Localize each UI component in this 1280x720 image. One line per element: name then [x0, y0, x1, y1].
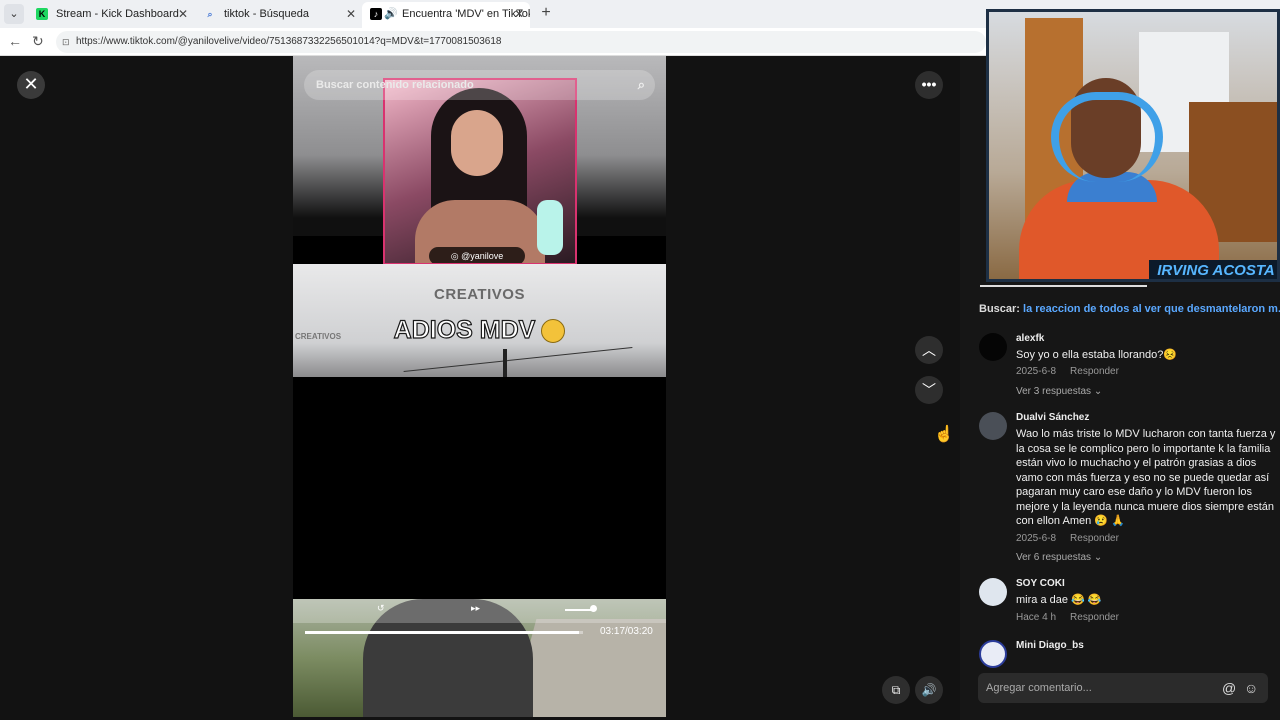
search-query-link[interactable]: la reaccion de todos al ver que desmante… [1023, 303, 1280, 315]
headline-band: CREATIVOS ADIOS MDV CREATIVOS [293, 264, 666, 377]
comment-placeholder: Agregar comentario... [986, 682, 1092, 694]
tab-kick-dashboard[interactable]: K Stream - Kick Dashboard ✕ [28, 2, 194, 28]
comment-text: Wao lo más triste lo MDV lucharon con ta… [1016, 428, 1276, 527]
avatar[interactable] [979, 412, 1007, 440]
comment-date: Hace 4 h [1016, 612, 1057, 623]
url-text: https://www.tiktok.com/@yanilovelive/vid… [76, 36, 502, 47]
tab-title: tiktok - Búsqueda [224, 8, 309, 20]
related-search-input[interactable]: Buscar contenido relacionado ⌕ [304, 70, 655, 100]
streamer-name: IRVING ACOSTA [1149, 260, 1277, 279]
next-video-button[interactable]: ﹀ [915, 376, 943, 404]
comment-date: 2025-6-8 [1016, 366, 1057, 377]
previous-video-button[interactable]: ︿ [915, 336, 943, 364]
search-placeholder: Buscar contenido relacionado [316, 79, 474, 91]
video-time: 03:17/03:20 [600, 626, 653, 637]
comment-username[interactable]: Dualvi Sánchez [1016, 412, 1089, 423]
avatar[interactable] [979, 333, 1007, 361]
comment-item: Mini Diago_bs [960, 640, 1280, 668]
close-tab-icon[interactable]: ✕ [346, 2, 356, 26]
kick-icon: K [36, 8, 48, 20]
comment-text: Soy yo o ella estaba llorando?😣 [1016, 349, 1178, 361]
inner-player-controls: ↺ ▸▸ [293, 599, 666, 623]
video-headline: ADIOS MDV [293, 315, 666, 345]
comment-item: Dualvi Sánchez Wao lo más triste lo MDV … [960, 412, 1280, 572]
search-icon: ⌕ [207, 9, 213, 19]
back-arrow-icon[interactable]: ← [8, 33, 22, 49]
comment-username[interactable]: SOY COKI [1016, 578, 1065, 589]
reply-button[interactable]: Responder [1070, 366, 1119, 377]
speaker-icon: 🔊 [384, 8, 398, 20]
tab-tiktok-video[interactable]: ♪ 🔊 Encuentra 'MDV' en TikTok | B ✕ [362, 2, 530, 28]
comment-item: alexfk Soy yo o ella estaba llorando?😣 2… [960, 333, 1280, 403]
tab-underline [980, 285, 1147, 287]
handle-text: @yanilove [461, 251, 504, 261]
comment-username[interactable]: alexfk [1016, 333, 1044, 344]
tab-list-chevron-icon[interactable]: ⌄ [4, 4, 24, 24]
avatar[interactable] [979, 578, 1007, 606]
tab-title: Stream - Kick Dashboard [56, 8, 179, 20]
instagram-icon: ◎ [450, 251, 462, 261]
search-label: Buscar: [979, 303, 1020, 315]
hand-cursor-icon: ☝ [934, 426, 954, 443]
reply-button[interactable]: Responder [1070, 533, 1119, 544]
power-line [403, 346, 633, 373]
comment-item: SOY COKI mira a dae 😂 😂 Hace 4 h Responde… [960, 578, 1280, 628]
reply-button[interactable]: Responder [1070, 612, 1119, 623]
comment-text: mira a dae 😂 😂 [1016, 594, 1102, 606]
view-replies-button[interactable]: Ver 6 respuestas ⌄ [1016, 552, 1102, 563]
face-shape [451, 110, 503, 176]
utility-pole [503, 349, 507, 377]
instagram-handle: ◎ @yanilove [429, 247, 525, 263]
close-tab-icon[interactable]: ✕ [178, 2, 188, 26]
volume-button[interactable]: 🔊 [915, 676, 943, 704]
tab-tiktok-search[interactable]: ⌕ tiktok - Búsqueda ✕ [196, 2, 362, 28]
headline-text: ADIOS MDV [393, 315, 536, 344]
rewind-icon[interactable]: ↺ [377, 603, 385, 614]
creativos-logo: CREATIVOS [434, 286, 525, 303]
fast-forward-icon[interactable]: ▸▸ [471, 603, 480, 614]
video-progress-fill [305, 631, 579, 634]
tiktok-icon: ♪ [370, 8, 382, 20]
comment-username[interactable]: Mini Diago_bs [1016, 640, 1084, 651]
view-replies-button[interactable]: Ver 3 respuestas ⌄ [1016, 386, 1102, 397]
search-icon[interactable]: ⌕ [638, 70, 645, 100]
video-player[interactable]: ◎ @yanilove Buscar contenido relacionado… [293, 56, 666, 717]
tab-title: Encuentra 'MDV' en TikTok | B [402, 8, 530, 20]
headphones-shape [1051, 92, 1163, 182]
new-tab-button[interactable]: + [536, 4, 556, 22]
lamp-shape [537, 200, 563, 255]
mention-icon[interactable]: @ [1222, 673, 1236, 703]
emoji-icon[interactable]: ☺ [1244, 673, 1258, 703]
site-info-icon[interactable]: ⊡ [62, 31, 70, 53]
streamer-webcam-overlay: IRVING ACOSTA [986, 9, 1280, 282]
reload-icon[interactable]: ↻ [32, 33, 44, 50]
streamer-facecam: ◎ @yanilove [383, 78, 577, 265]
creativos-watermark: CREATIVOS [295, 332, 342, 341]
related-search-row[interactable]: Buscar: la reaccion de todos al ver que … [979, 303, 1280, 315]
more-options-button[interactable]: ••• [915, 71, 943, 99]
sad-face-emoji-icon [541, 319, 566, 344]
avatar[interactable] [979, 640, 1007, 668]
video-progress-bar[interactable] [305, 631, 583, 634]
url-field[interactable]: ⊡ https://www.tiktok.com/@yanilovelive/v… [56, 31, 986, 53]
comment-date: 2025-6-8 [1016, 533, 1057, 544]
close-tab-icon[interactable]: ✕ [514, 2, 524, 26]
comment-input[interactable]: Agregar comentario... @ ☺ [978, 673, 1268, 703]
inner-volume-knob[interactable] [590, 605, 597, 612]
floating-player-button[interactable]: ⧉ [882, 676, 910, 704]
close-video-button[interactable]: ✕ [17, 71, 45, 99]
